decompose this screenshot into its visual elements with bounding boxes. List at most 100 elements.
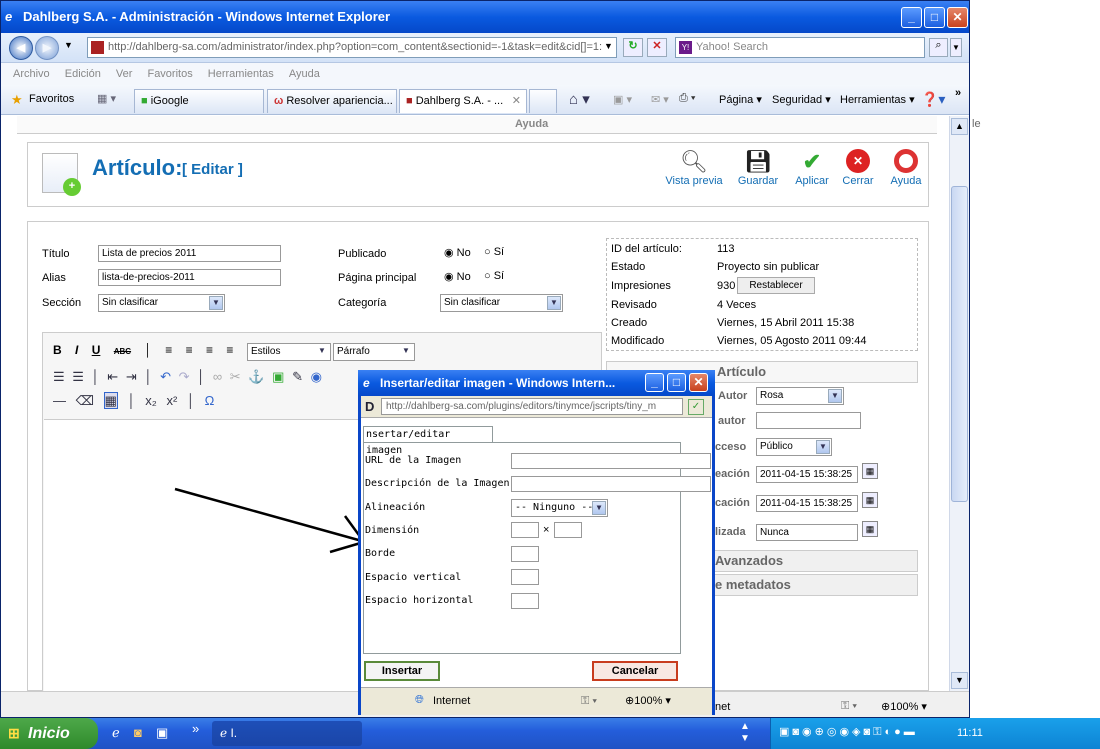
maximize-button[interactable]: □ xyxy=(924,7,945,28)
numbered-list-icon[interactable]: ☰ xyxy=(72,369,84,384)
section-select[interactable]: Sin clasificar ▼ xyxy=(98,294,225,312)
image-url-input[interactable] xyxy=(511,453,711,469)
back-button[interactable]: ◀ xyxy=(9,36,33,60)
author-select[interactable]: Rosa ▼ xyxy=(756,387,844,405)
url-dropdown-icon[interactable]: ▼ xyxy=(604,41,613,51)
hspace-input[interactable] xyxy=(511,593,539,609)
border-input[interactable] xyxy=(511,546,539,562)
cancel-button[interactable]: Cancelar xyxy=(592,661,678,681)
publish-start-input[interactable]: 2011-04-15 15:38:25 xyxy=(756,495,858,512)
chevron-more-icon[interactable]: » xyxy=(955,87,961,99)
menu-edicion[interactable]: Edición xyxy=(65,68,101,80)
new-tab-button[interactable] xyxy=(529,89,557,113)
taskbar-scroll-icon[interactable]: ▲ ▼ xyxy=(740,721,750,745)
page-scrollbar[interactable]: ▲ ▼ xyxy=(949,116,969,691)
url-input[interactable]: http://dahlberg-sa.com/administrator/ind… xyxy=(87,37,617,58)
close-window-button[interactable]: ✕ xyxy=(947,7,968,28)
help-button[interactable]: Ayuda xyxy=(884,149,928,187)
stop-icon[interactable]: ✕ xyxy=(647,38,667,57)
italic-icon[interactable]: I xyxy=(75,343,78,357)
insert-button[interactable]: Insertar xyxy=(364,661,440,681)
cleanup-icon[interactable]: ✎ xyxy=(292,369,303,384)
search-options-icon[interactable]: ▼ xyxy=(950,38,962,57)
tab-igoogle[interactable]: ■ iGoogle xyxy=(134,89,264,113)
created-date-input[interactable]: 2011-04-15 15:38:25 xyxy=(756,466,858,483)
dialog-maximize-button[interactable]: □ xyxy=(667,373,686,392)
refresh-icon[interactable]: ↻ xyxy=(623,38,643,57)
menu-ver[interactable]: Ver xyxy=(116,68,133,80)
quicklaunch-desktop-icon[interactable]: ▣ xyxy=(156,725,168,741)
horizontal-rule-icon[interactable]: — xyxy=(53,393,66,408)
image-description-input[interactable] xyxy=(511,476,711,492)
certificate-icon[interactable]: ✓ xyxy=(688,399,704,415)
scroll-up-icon[interactable]: ▲ xyxy=(951,118,968,135)
charmap-icon[interactable]: Ω xyxy=(205,393,215,408)
calendar-icon[interactable]: ▦ xyxy=(862,521,878,537)
align-right-icon[interactable]: ≡ xyxy=(206,343,213,357)
align-left-icon[interactable]: ≡ xyxy=(165,343,172,357)
bullet-list-icon[interactable]: ☰ xyxy=(53,369,65,384)
zoom-level[interactable]: ⊕100% ▾ xyxy=(881,700,927,713)
tab-insert-image[interactable]: nsertar/editar imagen xyxy=(363,426,493,456)
forward-button[interactable]: ▶ xyxy=(35,36,59,60)
format-select[interactable]: Párrafo ▼ xyxy=(333,343,415,361)
unlink-icon[interactable]: ✂ xyxy=(230,369,241,384)
bold-icon[interactable]: B xyxy=(53,343,62,357)
calendar-icon[interactable]: ▦ xyxy=(862,463,878,479)
category-select[interactable]: Sin clasificar ▼ xyxy=(440,294,563,312)
eraser-icon[interactable]: ⌫ xyxy=(76,393,94,408)
menu-ayuda[interactable]: Ayuda xyxy=(289,68,320,80)
width-input[interactable] xyxy=(511,522,539,538)
quicklaunch-ie-icon[interactable]: ℯ xyxy=(112,725,120,741)
access-select[interactable]: Público ▼ xyxy=(756,438,832,456)
indent-icon[interactable]: ⇥ xyxy=(126,369,137,384)
close-tab-icon[interactable]: ✕ xyxy=(512,90,521,112)
mail-icon[interactable]: ✉ ▾ xyxy=(651,93,669,106)
search-input[interactable]: Yahoo! Search xyxy=(675,37,925,58)
align-justify-icon[interactable]: ≡ xyxy=(226,343,233,357)
alignment-select[interactable]: -- Ninguno -- ▼ xyxy=(511,499,608,517)
dialog-close-button[interactable]: ✕ xyxy=(689,373,708,392)
help-icon[interactable]: ❓▾ xyxy=(921,91,945,108)
print-icon[interactable]: ⎙ ▾ xyxy=(679,92,695,105)
menu-favoritos[interactable]: Favoritos xyxy=(147,68,192,80)
title-input[interactable]: Lista de precios 2011 xyxy=(98,245,281,262)
favorites-button[interactable]: Favoritos xyxy=(29,93,74,105)
home-icon[interactable]: ⌂ ▾ xyxy=(569,90,590,108)
scroll-down-icon[interactable]: ▼ xyxy=(951,672,968,689)
anchor-icon[interactable]: ⚓ xyxy=(248,369,264,384)
help-editor-icon[interactable]: ◉ xyxy=(311,369,322,384)
protected-mode-icon[interactable]: ⚿ ▾ xyxy=(581,695,597,708)
vspace-input[interactable] xyxy=(511,569,539,585)
height-input[interactable] xyxy=(554,522,582,538)
align-center-icon[interactable]: ≡ xyxy=(186,343,193,357)
undo-icon[interactable]: ↶ xyxy=(160,369,171,384)
publish-finish-input[interactable]: Nunca xyxy=(756,524,858,541)
subscript-icon[interactable]: x₂ xyxy=(145,393,157,408)
close-button[interactable]: ✕ Cerrar xyxy=(838,149,878,187)
link-icon[interactable]: ∞ xyxy=(213,369,222,384)
redo-icon[interactable]: ↷ xyxy=(179,369,190,384)
tools-menu[interactable]: Herramientas ▾ xyxy=(840,93,915,106)
quicklaunch-outlook-icon[interactable]: ◙ xyxy=(134,725,142,740)
superscript-icon[interactable]: x² xyxy=(166,393,177,408)
feeds-icon[interactable]: ▣ ▾ xyxy=(613,93,632,106)
menu-archivo[interactable]: Archivo xyxy=(13,68,50,80)
published-si-radio[interactable]: ○ Sí xyxy=(484,246,504,258)
styles-select[interactable]: Estilos ▼ xyxy=(247,343,331,361)
frontpage-no-radio[interactable]: ◉ No xyxy=(444,270,471,283)
history-dropdown-icon[interactable]: ▼ xyxy=(64,40,73,50)
dialog-zoom[interactable]: ⊕100% ▾ xyxy=(625,694,671,707)
protected-mode-icon[interactable]: ⚿ ▾ xyxy=(841,700,857,713)
taskbar-item-ie[interactable]: ℯ I. xyxy=(212,721,362,746)
quicklaunch-more-icon[interactable]: » xyxy=(192,721,199,736)
alias-author-input[interactable] xyxy=(756,412,861,429)
search-icon[interactable]: ⌕ xyxy=(929,38,948,57)
calendar-icon[interactable]: ▦ xyxy=(862,492,878,508)
published-no-radio[interactable]: ◉ No xyxy=(444,246,471,259)
dialog-minimize-button[interactable]: _ xyxy=(645,373,664,392)
start-button[interactable]: ⊞ Inicio xyxy=(0,718,98,749)
strike-icon[interactable]: ABC xyxy=(114,347,131,356)
security-menu[interactable]: Seguridad ▾ xyxy=(772,93,831,106)
table-icon[interactable]: ▦ xyxy=(103,392,118,409)
